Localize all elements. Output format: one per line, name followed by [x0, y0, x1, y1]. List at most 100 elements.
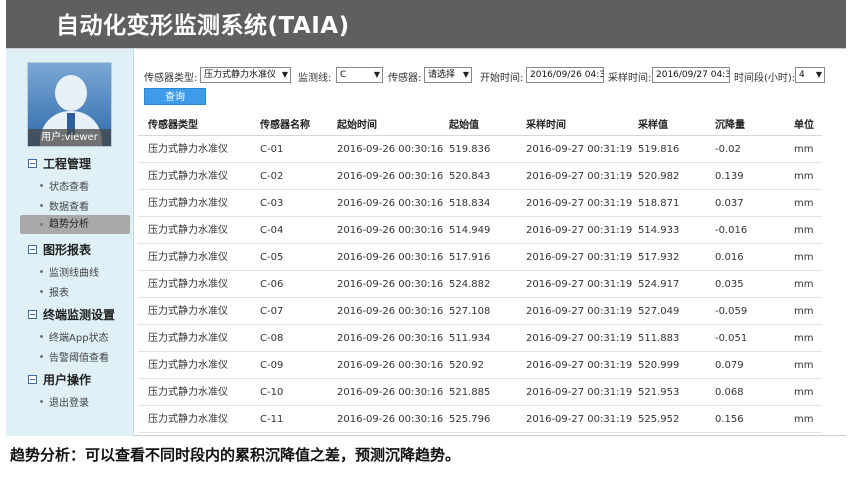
sidebar-item-status[interactable]: 状态查看: [40, 178, 89, 193]
table-cell: 514.933: [638, 225, 680, 236]
column-header[interactable]: 单位: [794, 116, 814, 136]
table-row[interactable]: 压力式静力水准仪 C-07 2016-09-26 00:30:16 527.108 20…: [138, 298, 822, 325]
table-cell: 2016-09-26 00:30:16: [337, 387, 444, 398]
table-cell: 2016-09-26 00:30:16: [337, 414, 444, 425]
menu-group-project[interactable]: 工程管理: [28, 155, 91, 172]
table-row[interactable]: 压力式静力水准仪 C-09 2016-09-26 00:30:16 520.92 201…: [138, 352, 822, 379]
menu-group-label: 终端监测设置: [43, 308, 116, 322]
table-cell: C-07: [260, 306, 284, 317]
table-cell: 2016-09-27 00:31:19: [526, 144, 633, 155]
table-cell: 2016-09-27 00:31:19: [526, 360, 633, 371]
column-header[interactable]: 传感器类型: [148, 116, 198, 136]
table-cell: 2016-09-27 00:31:19: [526, 225, 633, 236]
sidebar-item-label: 告警阈值查看: [49, 353, 109, 364]
table-cell: 520.982: [638, 171, 680, 182]
menu-group-user[interactable]: 用户操作: [28, 371, 91, 388]
sidebar-item-threshold[interactable]: 告警阈值查看: [40, 349, 109, 364]
table-cell: 514.949: [449, 225, 491, 236]
column-header[interactable]: 传感器名称: [260, 116, 310, 136]
table-cell: 2016-09-26 00:30:16: [337, 306, 444, 317]
sidebar-item-data[interactable]: 数据查看: [40, 198, 89, 213]
collapse-icon: [28, 310, 37, 319]
table-cell: 511.934: [449, 333, 491, 344]
table-cell: C-08: [260, 333, 284, 344]
table-cell: 2016-09-27 00:31:19: [526, 414, 633, 425]
table-cell: 520.92: [449, 360, 484, 371]
sensor-type-label: 传感器类型:: [144, 73, 198, 84]
interval-select[interactable]: 4 ▼: [795, 67, 825, 83]
table-row[interactable]: 压力式静力水准仪 C-06 2016-09-26 00:30:16 524.882 20…: [138, 271, 822, 298]
menu-group-label: 用户操作: [43, 373, 92, 387]
data-table: 传感器类型 传感器名称 起始时间 起始值 采样时间 采样值 沉降量 单位 压力式…: [138, 116, 822, 433]
sensor-select[interactable]: 请选择 ▼: [424, 67, 472, 83]
sidebar-item-curve[interactable]: 监测线曲线: [40, 264, 99, 279]
table-cell: mm: [794, 252, 814, 263]
table-cell: -0.051: [715, 333, 748, 344]
sample-time-value: 2016/09/27 04:30: [656, 70, 730, 80]
line-select[interactable]: C ▼: [336, 67, 383, 83]
table-cell: 压力式静力水准仪: [148, 198, 228, 209]
table-cell: 524.917: [638, 279, 680, 290]
page-caption: 趋势分析：可以查看不同时段内的累积沉降值之差，预测沉降趋势。: [10, 446, 461, 464]
sidebar-item-label: 终端App状态: [49, 333, 109, 344]
sensor-value: 请选择: [428, 70, 456, 80]
column-header[interactable]: 起始时间: [337, 116, 377, 136]
interval-value: 4: [799, 70, 805, 80]
start-time-label: 开始时间:: [480, 73, 524, 84]
table-cell: 519.836: [449, 144, 491, 155]
user-caption: 用户:viewer: [28, 129, 111, 146]
table-cell: C-01: [260, 144, 284, 155]
column-header[interactable]: 起始值: [449, 116, 479, 136]
menu-group-reports[interactable]: 图形报表: [28, 241, 91, 258]
line-value: C: [340, 70, 347, 80]
table-cell: 0.068: [715, 387, 744, 398]
table-cell: 524.882: [449, 279, 491, 290]
column-header[interactable]: 采样时间: [526, 116, 566, 136]
table-row[interactable]: 压力式静力水准仪 C-01 2016-09-26 00:30:16 519.836 20…: [138, 136, 822, 163]
table-cell: 517.932: [638, 252, 680, 263]
table-row[interactable]: 压力式静力水准仪 C-04 2016-09-26 00:30:16 514.949 20…: [138, 217, 822, 244]
table-cell: 2016-09-27 00:31:19: [526, 279, 633, 290]
table-cell: mm: [794, 360, 814, 371]
table-cell: 0.035: [715, 279, 744, 290]
sidebar-item-trend[interactable]: 趋势分析: [20, 215, 130, 234]
sidebar-item-label: 报表: [49, 288, 69, 299]
sidebar-item-label: 趋势分析: [49, 219, 89, 230]
line-label: 监测线:: [298, 73, 332, 84]
table-row[interactable]: 压力式静力水准仪 C-08 2016-09-26 00:30:16 511.934 20…: [138, 325, 822, 352]
table-row[interactable]: 压力式静力水准仪 C-02 2016-09-26 00:30:16 520.843 20…: [138, 163, 822, 190]
dropdown-arrow-icon: ▼: [815, 70, 822, 79]
sample-time-label: 采样时间:: [608, 73, 652, 84]
table-cell: 压力式静力水准仪: [148, 171, 228, 182]
table-cell: mm: [794, 387, 814, 398]
table-row[interactable]: 压力式静力水准仪 C-05 2016-09-26 00:30:16 517.916 20…: [138, 244, 822, 271]
table-cell: 压力式静力水准仪: [148, 144, 228, 155]
collapse-icon: [28, 375, 37, 384]
app-frame: 用户:viewer 工程管理 状态查看 数据查看 趋势分析 图形报表 监测线曲线: [6, 48, 846, 436]
menu-group-terminal[interactable]: 终端监测设置: [28, 306, 115, 323]
table-cell: 2016-09-26 00:30:16: [337, 360, 444, 371]
table-cell: 2016-09-27 00:31:19: [526, 306, 633, 317]
sample-time-input[interactable]: 2016/09/27 04:30: [652, 67, 730, 83]
table-cell: mm: [794, 333, 814, 344]
table-cell: 525.796: [449, 414, 491, 425]
sidebar-item-logout[interactable]: 退出登录: [40, 394, 89, 409]
table-cell: 0.156: [715, 414, 744, 425]
bullet-icon: [40, 290, 43, 293]
sensor-type-select[interactable]: 压力式静力水准仪 ▼: [200, 67, 291, 83]
column-header[interactable]: 沉降量: [715, 116, 745, 136]
table-cell: C-10: [260, 387, 284, 398]
start-time-input[interactable]: 2016/09/26 04:30: [526, 67, 604, 83]
table-row[interactable]: 压力式静力水准仪 C-11 2016-09-26 00:30:16 525.796 20…: [138, 406, 822, 433]
table-row[interactable]: 压力式静力水准仪 C-10 2016-09-26 00:30:16 521.885 20…: [138, 379, 822, 406]
table-row[interactable]: 压力式静力水准仪 C-03 2016-09-26 00:30:16 518.834 20…: [138, 190, 822, 217]
table-cell: -0.016: [715, 225, 748, 236]
sidebar-item-report[interactable]: 报表: [40, 284, 69, 299]
menu-group-label: 工程管理: [43, 157, 92, 171]
table-cell: 0.139: [715, 171, 744, 182]
table-cell: 2016-09-26 00:30:16: [337, 198, 444, 209]
sidebar-item-app-status[interactable]: 终端App状态: [40, 329, 109, 344]
table-cell: C-11: [260, 414, 284, 425]
query-button[interactable]: 查询: [144, 88, 206, 105]
column-header[interactable]: 采样值: [638, 116, 668, 136]
